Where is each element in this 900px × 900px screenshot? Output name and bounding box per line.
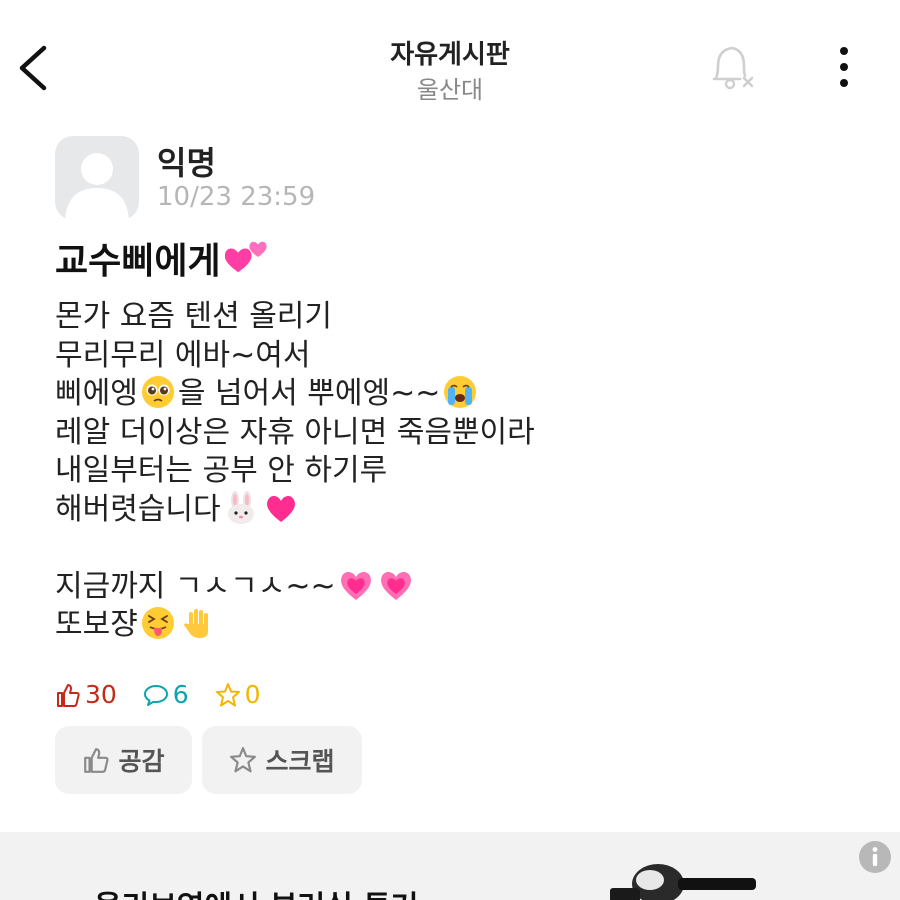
- board-title: 자유게시판: [390, 40, 510, 70]
- scrap-button-label: 스크랩: [265, 747, 335, 776]
- ad-text: 올리브영에서 부러실 투거: [94, 882, 419, 900]
- body-line: 무리무리 에바~여서: [55, 337, 311, 373]
- comment-count-value: 6: [172, 679, 189, 709]
- body-line: 내일부터는 공부 안 하기루: [55, 453, 388, 488]
- raised-hand-emoji-icon: [183, 609, 208, 638]
- like-count: 30: [55, 680, 117, 709]
- loudly-crying-face-emoji-icon: [444, 376, 477, 408]
- makeup-brush-image: [610, 864, 756, 900]
- board-subtitle: 울산대: [416, 76, 484, 104]
- scrap-count-value: 0: [244, 679, 261, 709]
- scrap-count: 0: [215, 680, 261, 709]
- rabbit-face-emoji-icon: [227, 490, 254, 524]
- post-title-text: 교수삐에게: [55, 241, 221, 282]
- top-bar: 자유게시판 울산대: [0, 0, 900, 120]
- star-icon: [230, 747, 257, 773]
- body-line: 레알 더이상은 자휴 아니면 죽음뿐이라: [55, 414, 535, 450]
- anonymous-avatar-icon: [65, 153, 129, 220]
- info-icon: [859, 841, 891, 873]
- more-options-button[interactable]: [826, 42, 862, 92]
- thumbs-up-icon: [84, 748, 109, 773]
- body-line: 삐에엥 을 넘어서 뿌에엥~~: [55, 375, 535, 414]
- avatar: [55, 136, 139, 220]
- body-line: 해버렷습니다: [55, 490, 535, 530]
- squinting-tongue-face-emoji-icon: [141, 607, 174, 639]
- like-count-value: 30: [85, 679, 117, 709]
- body-line: 또보쟝: [55, 606, 535, 645]
- notification-toggle-button[interactable]: [704, 40, 760, 96]
- post-title: 교수삐에게: [55, 232, 272, 284]
- scrap-button[interactable]: 스크랩: [202, 726, 362, 794]
- growing-heart-emoji-icon: [340, 571, 371, 600]
- ad-info-button[interactable]: [858, 840, 892, 874]
- two-hearts-emoji-icon: [224, 241, 267, 273]
- body-text: 지금까지 ㄱㅅㄱㅅ~~: [55, 568, 336, 604]
- body-text: 해버렷습니다: [55, 491, 221, 527]
- like-button[interactable]: 공감: [55, 726, 192, 794]
- body-text: 또보쟝: [55, 607, 138, 642]
- bell-off-icon: [712, 46, 754, 90]
- pleading-face-emoji-icon: [141, 376, 174, 408]
- growing-heart-emoji-icon: [380, 571, 411, 600]
- body-text: 삐에엥: [55, 376, 138, 411]
- comment-count: 6: [143, 680, 189, 709]
- body-text: 을 넘어서 뿌에엥~~: [177, 376, 441, 411]
- like-button-label: 공감: [118, 747, 165, 776]
- post-body: 몬가 요즘 텐션 올리기 무리무리 에바~여서 삐에엥 을 넘어서 뿌에엥~~ …: [55, 298, 535, 645]
- more-vertical-icon: [840, 47, 848, 87]
- author-name: 익명: [157, 144, 216, 182]
- post-stats: 30 6 0: [55, 678, 279, 714]
- pink-heart-emoji-icon: [266, 495, 295, 522]
- ad-banner[interactable]: 올리브영에서 부러실 투거: [0, 832, 900, 900]
- body-line: 지금까지 ㄱㅅㄱㅅ~~: [55, 568, 535, 607]
- thumbs-up-icon: [57, 683, 80, 707]
- body-line: 몬가 요즘 텐션 올리기: [55, 299, 333, 334]
- post-date: 10/23 23:59: [157, 182, 316, 212]
- star-icon: [215, 682, 240, 706]
- comment-icon: [143, 684, 168, 706]
